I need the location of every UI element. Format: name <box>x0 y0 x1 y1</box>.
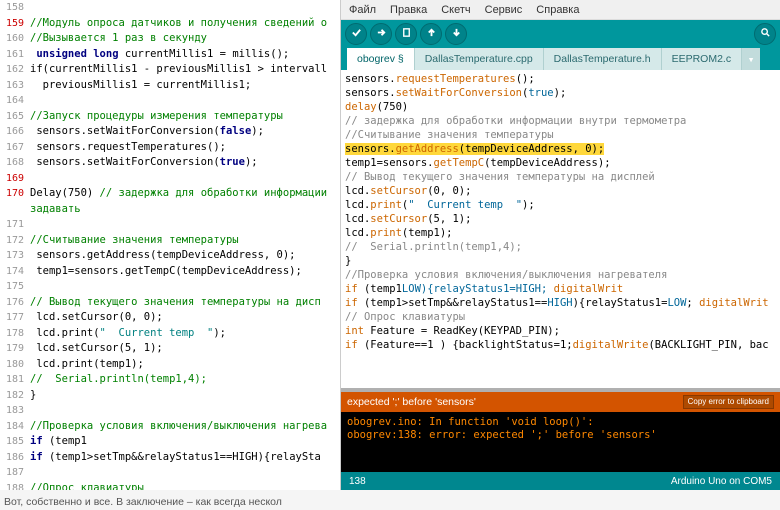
tabs-dropdown[interactable]: ▾ <box>742 48 760 70</box>
new-sketch-button[interactable] <box>395 23 417 45</box>
code-line: if (temp1>setTmp&&relayStatus1==HIGH){re… <box>345 296 776 310</box>
code-line: 169 <box>0 171 340 187</box>
tab-obogrev[interactable]: obogrev § <box>347 48 415 70</box>
code-line: 160//Вызывается 1 раз в секунду <box>0 31 340 47</box>
code-line: // Вывод текущего значения температуры н… <box>345 170 776 184</box>
open-sketch-button[interactable] <box>420 23 442 45</box>
chevron-down-icon: ▾ <box>748 53 755 66</box>
tab-dallastemp-h[interactable]: DallasTemperature.h <box>544 48 662 70</box>
code-line: 161 unsigned long currentMillis1 = milli… <box>0 47 340 63</box>
code-line: 181// Serial.println(temp1,4); <box>0 372 340 388</box>
code-line: 182} <box>0 388 340 404</box>
code-line: 158 <box>0 0 340 16</box>
verify-button[interactable] <box>345 23 367 45</box>
arduino-ide-window: Файл Правка Скетч Сервис Справка obogrev… <box>341 0 780 490</box>
code-line: 174 temp1=sensors.getTempC(tempDeviceAdd… <box>0 264 340 280</box>
footer-article-text: Вот, собственно и все. В заключение – ка… <box>4 496 282 508</box>
code-line: 176// Вывод текущего значения температур… <box>0 295 340 311</box>
tabs-bar: obogrev § DallasTemperature.cpp DallasTe… <box>341 48 780 70</box>
console-line: obogrev:138: error: expected ';' before … <box>347 429 774 442</box>
code-line: 185if (temp1 <box>0 434 340 450</box>
code-line: 170Delay(750) // задержка для обработки … <box>0 186 340 202</box>
code-line: 166 sensors.setWaitForConversion(false); <box>0 124 340 140</box>
error-message: expected ';' before 'sensors' <box>347 396 683 408</box>
code-line: 184//Проверка условия включения/выключен… <box>0 419 340 435</box>
code-line: } <box>345 254 776 268</box>
right-code-editor[interactable]: sensors.requestTemperatures();sensors.se… <box>341 70 780 388</box>
status-board-port: Arduino Uno on COM5 <box>671 476 772 487</box>
code-line: 180 lcd.print(temp1); <box>0 357 340 373</box>
code-line: lcd.print(temp1); <box>345 226 776 240</box>
code-line: 159//Модуль опроса датчиков и получения … <box>0 16 340 32</box>
serial-monitor-button[interactable] <box>754 23 776 45</box>
code-line: 167 sensors.requestTemperatures(); <box>0 140 340 156</box>
code-line: 183 <box>0 403 340 419</box>
code-line: 168 sensors.setWaitForConversion(true); <box>0 155 340 171</box>
arrow-up-icon <box>426 27 437 41</box>
code-line: if (Feature==1 ) {backlightStatus=1;digi… <box>345 338 776 352</box>
code-line: 175 <box>0 279 340 295</box>
code-line: sensors.setWaitForConversion(true); <box>345 86 776 100</box>
code-line: // Serial.println(temp1,4); <box>345 240 776 254</box>
code-line: // задержка для обработки информации вну… <box>345 114 776 128</box>
code-line: 179 lcd.setCursor(5, 1); <box>0 341 340 357</box>
code-line: 164 <box>0 93 340 109</box>
code-line: 163 previousMillis1 = currentMillis1; <box>0 78 340 94</box>
tab-dallastemp-cpp[interactable]: DallasTemperature.cpp <box>415 48 544 70</box>
status-line-number: 138 <box>349 476 366 487</box>
arrow-down-icon <box>451 27 462 41</box>
magnifier-icon <box>760 27 771 41</box>
menu-sketch[interactable]: Скетч <box>441 4 470 16</box>
code-line: //Проверка условия включения/выключения … <box>345 268 776 282</box>
code-line: 186if (temp1>setTmp&&relayStatus1==HIGH)… <box>0 450 340 466</box>
code-line: 172//Считывание значения температуры <box>0 233 340 249</box>
status-bar: 138 Arduino Uno on COM5 <box>341 472 780 490</box>
code-line: 178 lcd.print(" Current temp "); <box>0 326 340 342</box>
code-line: sensors.getAddress(tempDeviceAddress, 0)… <box>345 142 776 156</box>
code-line: 188//Опрос клавиатуры <box>0 481 340 491</box>
code-line: lcd.setCursor(0, 0); <box>345 184 776 198</box>
copy-error-button[interactable]: Copy error to clipboard <box>683 395 774 409</box>
console-output[interactable]: obogrev.ino: In function 'void loop()':o… <box>341 412 780 472</box>
menu-file[interactable]: Файл <box>349 4 376 16</box>
save-sketch-button[interactable] <box>445 23 467 45</box>
menu-edit[interactable]: Правка <box>390 4 427 16</box>
code-line: 165//Запуск процедуры измерения температ… <box>0 109 340 125</box>
left-code-editor[interactable]: 158159//Модуль опроса датчиков и получен… <box>0 0 341 490</box>
menu-help[interactable]: Справка <box>536 4 579 16</box>
toolbar <box>341 20 780 48</box>
menu-tools[interactable]: Сервис <box>485 4 523 16</box>
code-line: 171 <box>0 217 340 233</box>
code-line: delay(750) <box>345 100 776 114</box>
code-line: 177 lcd.setCursor(0, 0); <box>0 310 340 326</box>
code-line: int Feature = ReadKey(KEYPAD_PIN); <box>345 324 776 338</box>
check-icon <box>351 27 362 41</box>
code-line: 162if(currentMillis1 - previousMillis1 >… <box>0 62 340 78</box>
file-icon <box>401 27 412 41</box>
console-line: obogrev.ino: In function 'void loop()': <box>347 416 774 429</box>
upload-button[interactable] <box>370 23 392 45</box>
tab-eeprom2[interactable]: EEPROM2.c <box>662 48 743 70</box>
error-bar: expected ';' before 'sensors' Copy error… <box>341 392 780 412</box>
code-line: // Опрос клавиатуры <box>345 310 776 324</box>
code-line: //Считывание значения температуры <box>345 128 776 142</box>
code-line: 173 sensors.getAddress(tempDeviceAddress… <box>0 248 340 264</box>
code-line: lcd.print(" Current temp "); <box>345 198 776 212</box>
code-line: lcd.setCursor(5, 1); <box>345 212 776 226</box>
code-line: 187 <box>0 465 340 481</box>
code-line: if (temp1LOW){relayStatus1=HIGH; digital… <box>345 282 776 296</box>
menu-bar: Файл Правка Скетч Сервис Справка <box>341 0 780 20</box>
arrow-right-icon <box>376 27 387 41</box>
code-line: temp1=sensors.getTempC(tempDeviceAddress… <box>345 156 776 170</box>
code-line: sensors.requestTemperatures(); <box>345 72 776 86</box>
